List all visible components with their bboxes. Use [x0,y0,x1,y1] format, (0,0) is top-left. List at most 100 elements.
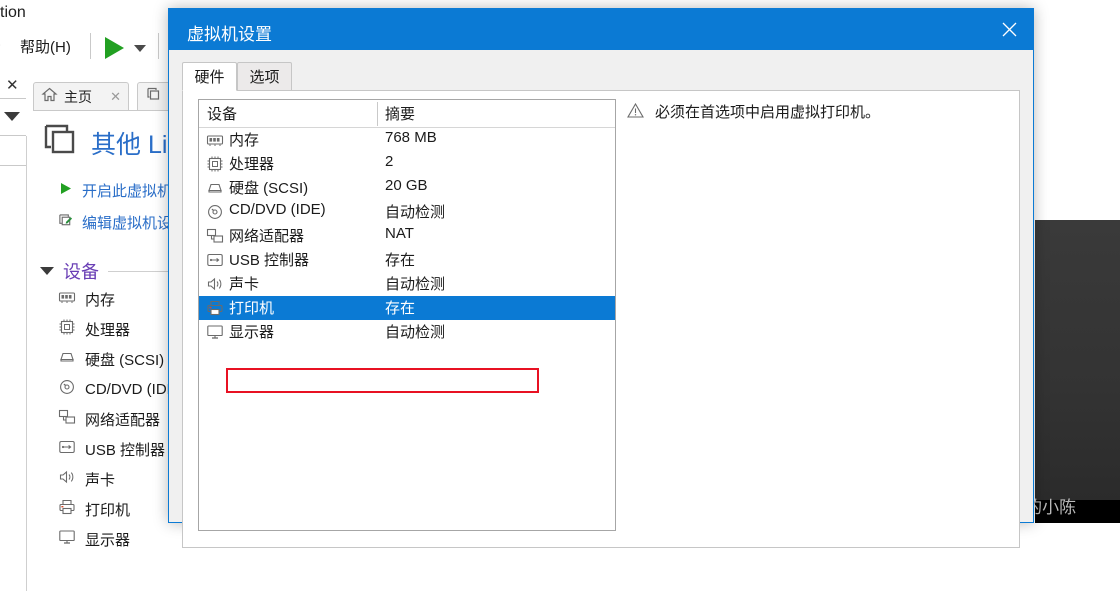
link-edit-vm-settings[interactable]: 编辑虚拟机设 [58,212,172,233]
toolbar-separator [158,33,159,59]
close-icon[interactable]: ✕ [110,89,121,105]
cell-device: CD/DVD (IDE) [229,201,326,218]
tab-hardware-label: 硬件 [194,69,225,86]
cell-device: 显示器 [229,324,275,341]
devices-section-title: 设备 [63,262,99,282]
device-info-panel: 必须在首选项中启用虚拟打印机。 [627,99,1007,159]
device-table[interactable]: 设备 摘要 内存 768 MB 处理器 2 硬盘 (SCSI) 20 GB CD/DVD (… [198,99,616,531]
table-row[interactable]: 声卡 自动检测 [199,272,615,296]
usb-icon [58,438,76,461]
table-row[interactable]: 打印机 存在 [199,296,615,320]
menu-item-truncated[interactable]: ) [0,36,1,53]
cd-icon [58,378,76,401]
play-icon [58,181,73,201]
cpu-icon [206,155,225,173]
cell-summary: NAT [385,225,414,242]
list-item-label: USB 控制器 [85,441,166,459]
warning-triangle-icon [627,102,644,123]
tab-home[interactable]: 主页 ✕ [33,82,129,111]
sound-icon [206,275,225,293]
cell-summary: 2 [385,153,394,170]
table-row[interactable]: USB 控制器 存在 [199,248,615,272]
menu-item-help[interactable]: 帮助(H) [20,36,71,57]
dialog-titlebar: 虚拟机设置 [169,9,1033,50]
cell-device: 硬盘 (SCSI) [229,180,309,197]
list-item-label: 显示器 [85,531,131,549]
hardware-panel: 设备 摘要 内存 768 MB 处理器 2 硬盘 (SCSI) 20 GB CD/DVD (… [182,90,1020,548]
tab-hardware[interactable]: 硬件 [182,62,237,91]
left-rail [0,68,28,591]
link-power-on-vm[interactable]: 开启此虚拟机 [58,180,172,201]
caret-down-icon[interactable] [40,267,54,275]
network-icon [206,227,225,245]
rail-divider [0,165,26,166]
column-header-summary: 摘要 [385,106,416,123]
list-item-label: CD/DVD (IDE [85,380,177,398]
device-table-header: 设备 摘要 [199,100,615,128]
column-divider [377,102,378,126]
app-title: tion [0,4,26,21]
column-header-device: 设备 [207,106,238,123]
rail-divider [0,135,26,136]
cell-summary: 自动检测 [385,204,446,221]
dialog-title: 虚拟机设置 [187,25,272,44]
link-power-on-vm-label: 开启此虚拟机 [82,183,173,200]
sound-icon [58,468,76,491]
caret-down-icon[interactable] [4,112,20,121]
list-item-label: 网络适配器 [85,411,161,429]
warning-row: 必须在首选项中启用虚拟打印机。 [627,101,880,123]
list-item-label: 声卡 [85,471,116,489]
tab-options-label: 选项 [249,69,280,86]
cpu-icon [58,318,76,341]
cell-device: 网络适配器 [229,228,305,245]
play-icon[interactable] [105,37,124,59]
table-row[interactable]: CD/DVD (IDE) 自动检测 [199,200,615,224]
toolbar-separator [90,33,91,59]
table-row[interactable]: 硬盘 (SCSI) 20 GB [199,176,615,200]
cell-device: 打印机 [229,300,275,317]
home-icon [41,86,58,108]
list-item-label: 处理器 [85,321,131,339]
tab-home-label: 主页 [64,89,92,105]
close-icon[interactable]: ✕ [6,78,19,93]
rail-divider [0,98,26,99]
edit-vm-icon [58,213,73,233]
cell-device: 处理器 [229,156,275,173]
page-title: 其他 Lin [41,122,181,163]
table-row[interactable]: 处理器 2 [199,152,615,176]
cd-icon [206,203,225,221]
tab-options[interactable]: 选项 [237,62,292,91]
caret-down-icon[interactable] [134,45,146,52]
network-icon [58,408,76,431]
table-row[interactable]: 显示器 自动检测 [199,320,615,344]
vm-icon [145,86,162,108]
annotation-rectangle [226,368,539,393]
device-table-rows: 内存 768 MB 处理器 2 硬盘 (SCSI) 20 GB CD/DVD (IDE) 自动… [199,128,615,344]
list-item-label: 内存 [85,291,116,309]
vm-settings-dialog: 虚拟机设置 硬件 选项 设备 摘要 内存 768 MB 处理器 2 硬盘 (SCSI) [168,8,1034,548]
cell-summary: 存在 [385,300,416,317]
cell-summary: 768 MB [385,129,437,146]
cell-summary: 20 GB [385,177,428,194]
close-icon[interactable] [985,9,1033,50]
link-edit-vm-settings-label: 编辑虚拟机设 [82,215,173,232]
memory-icon [206,131,225,149]
cell-device: 声卡 [229,276,260,293]
cell-summary: 自动检测 [385,276,446,293]
vm-console-area [1035,220,1120,500]
list-item-label: 硬盘 (SCSI) [85,351,165,369]
harddisk-icon [206,179,225,197]
warning-text: 必须在首选项中启用虚拟打印机。 [655,104,881,121]
printer-icon [206,299,225,317]
usb-icon [206,251,225,269]
vm-icon [41,122,79,163]
table-row[interactable]: 网络适配器 NAT [199,224,615,248]
display-icon [58,528,76,551]
display-icon [206,323,225,341]
harddisk-icon [58,348,76,371]
dialog-body: 硬件 选项 设备 摘要 内存 768 MB 处理器 2 硬盘 (SCSI) 20 GB CD… [169,50,1033,548]
table-row[interactable]: 内存 768 MB [199,128,615,152]
cell-device: USB 控制器 [229,252,310,269]
memory-icon [58,288,76,311]
list-item-label: 打印机 [85,501,131,519]
